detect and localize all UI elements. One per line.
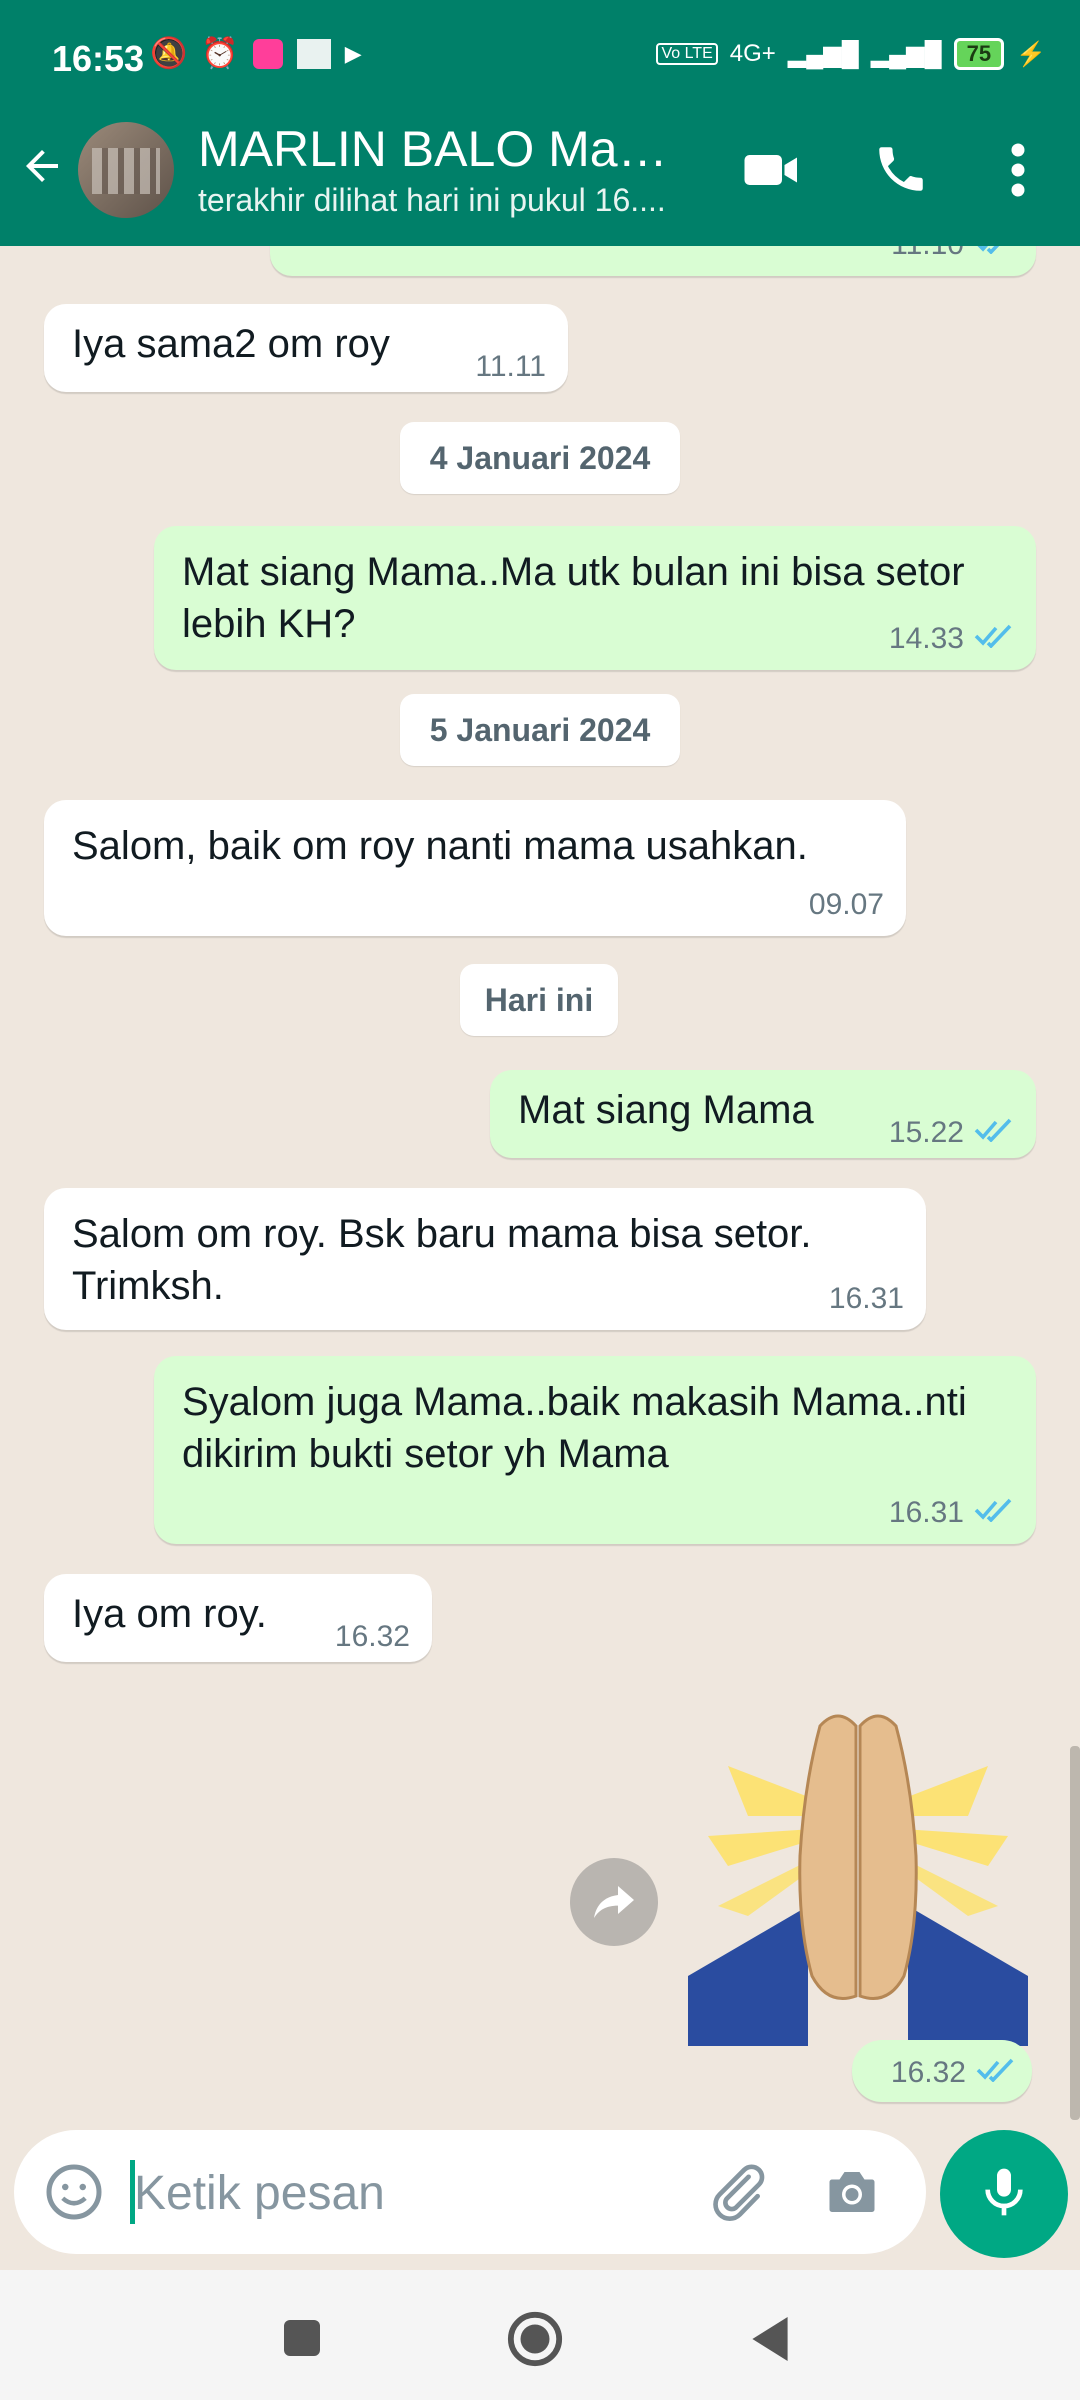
chat-app-bar: MARLIN BALO Mam... terakhir dilihat hari…	[0, 120, 1080, 246]
message-incoming[interactable]: Iya sama2 om roy 11.11	[44, 304, 568, 392]
message-outgoing[interactable]: Mat siang Mama 15.22	[490, 1070, 1036, 1158]
home-button[interactable]	[506, 2310, 564, 2373]
mute-icon: 🔕	[150, 37, 188, 70]
back-nav-button[interactable]	[748, 2314, 792, 2369]
network-label: 4G+	[729, 40, 776, 67]
double-check-icon	[974, 1116, 1014, 1150]
app-icon	[252, 38, 283, 69]
more-options-icon[interactable]	[1006, 140, 1030, 205]
status-time: 16:53	[52, 38, 145, 79]
message-time: 15.22	[888, 1116, 964, 1149]
volte-icon: Vo LTE	[656, 43, 718, 65]
sticker-glow	[708, 1766, 1008, 1916]
message-time: 16.32	[334, 1620, 410, 1653]
status-bar: 16:53 🔕 ⏰ ▶ Vo LTE 4G+ ▂▄▆█ ▂▄▆█ 75 ⚡	[0, 0, 1080, 120]
praying-hands-sticker[interactable]	[688, 1706, 1028, 2046]
message-outgoing[interactable]: Mat siang Mama..Ma utk bulan ini bisa se…	[154, 526, 1036, 670]
notification-icons: 🔕 ⏰ ▶	[150, 36, 362, 71]
message-meta: 11.11	[475, 350, 546, 384]
message-time: 09.07	[808, 888, 884, 921]
message-text: Salom om roy. Bsk baru mama bisa setor. …	[72, 1212, 812, 1308]
message-text: Iya sama2 om roy	[72, 322, 390, 366]
battery-indicator: 75	[953, 38, 1005, 70]
message-text: Salom, baik om roy nanti mama usahkan.	[72, 824, 808, 868]
message-text: Iya om roy.	[72, 1592, 267, 1636]
message-meta: 16.32	[891, 2056, 1016, 2090]
back-arrow-icon[interactable]	[18, 138, 66, 203]
message-meta: 09.07	[809, 888, 884, 922]
message-meta: 14.33	[889, 622, 1014, 656]
voice-call-icon[interactable]	[872, 140, 930, 203]
message-text: Syalom juga Mama..baik makasih Mama..nti…	[182, 1380, 967, 1476]
message-meta: 16.32	[335, 1620, 410, 1654]
video-call-icon[interactable]	[742, 140, 802, 205]
mic-button[interactable]	[940, 2130, 1068, 2258]
charging-icon: ⚡	[1016, 40, 1046, 68]
message-text: Mat siang Mama	[518, 1088, 814, 1132]
date-separator: Hari ini	[460, 964, 618, 1036]
emoji-icon[interactable]	[44, 2162, 104, 2227]
scrollbar[interactable]	[1070, 1746, 1080, 2120]
sticker-timestamp: 16.32	[852, 2040, 1032, 2102]
message-outgoing[interactable]: Syalom juga Mama..baik makasih Mama..nti…	[154, 1356, 1036, 1544]
double-check-icon	[974, 622, 1014, 656]
double-check-icon	[974, 246, 1014, 262]
message-incoming[interactable]: Salom om roy. Bsk baru mama bisa setor. …	[44, 1188, 926, 1330]
date-separator: 5 Januari 2024	[400, 694, 680, 766]
attachment-icon[interactable]	[706, 2160, 768, 2227]
message-input[interactable]	[132, 2154, 696, 2232]
contact-avatar[interactable]	[78, 122, 174, 218]
message-incoming[interactable]: Salom, baik om roy nanti mama usahkan. 0…	[44, 800, 906, 936]
message-input-bar	[14, 2130, 926, 2254]
message-time: 16.32	[890, 2056, 966, 2089]
message-meta: 16.31	[889, 1496, 1014, 1530]
forward-button[interactable]	[570, 1858, 658, 1946]
play-icon: ▶	[344, 40, 362, 66]
message-outgoing-partial[interactable]: 11.10	[270, 246, 1036, 276]
mic-icon	[976, 2164, 1032, 2225]
chat-area[interactable]: 11.10 Iya sama2 om roy 11.11 4 Januari 2…	[0, 246, 1080, 2126]
system-nav-bar	[0, 2270, 1080, 2400]
recents-button[interactable]	[282, 2318, 322, 2363]
double-check-icon	[974, 1496, 1014, 1530]
signal-icon: ▂▄▆█	[787, 40, 859, 68]
message-meta: 11.10	[891, 246, 1014, 262]
camera-icon[interactable]	[822, 2162, 882, 2227]
alarm-icon: ⏰	[201, 37, 239, 70]
message-time: 11.10	[891, 246, 964, 262]
system-icons: Vo LTE 4G+ ▂▄▆█ ▂▄▆█ 75 ⚡	[656, 38, 1046, 70]
message-incoming[interactable]: Iya om roy. 16.32	[44, 1574, 432, 1662]
message-time: 14.33	[888, 622, 964, 655]
message-time: 11.11	[475, 350, 546, 383]
message-meta: 15.22	[889, 1116, 1014, 1150]
double-check-icon	[976, 2056, 1016, 2090]
image-icon	[296, 38, 331, 69]
message-time: 16.31	[888, 1496, 964, 1529]
message-meta: 16.31	[829, 1282, 904, 1316]
signal-icon-2: ▂▄▆█	[870, 40, 942, 68]
contact-last-seen[interactable]: terakhir dilihat hari ini pukul 16....	[198, 182, 698, 219]
message-text: Mat siang Mama..Ma utk bulan ini bisa se…	[182, 550, 965, 646]
message-time: 16.31	[828, 1282, 904, 1315]
date-separator: 4 Januari 2024	[400, 422, 680, 494]
app-header: 16:53 🔕 ⏰ ▶ Vo LTE 4G+ ▂▄▆█ ▂▄▆█ 75 ⚡ MA…	[0, 0, 1080, 246]
contact-name[interactable]: MARLIN BALO Mam...	[198, 120, 678, 178]
